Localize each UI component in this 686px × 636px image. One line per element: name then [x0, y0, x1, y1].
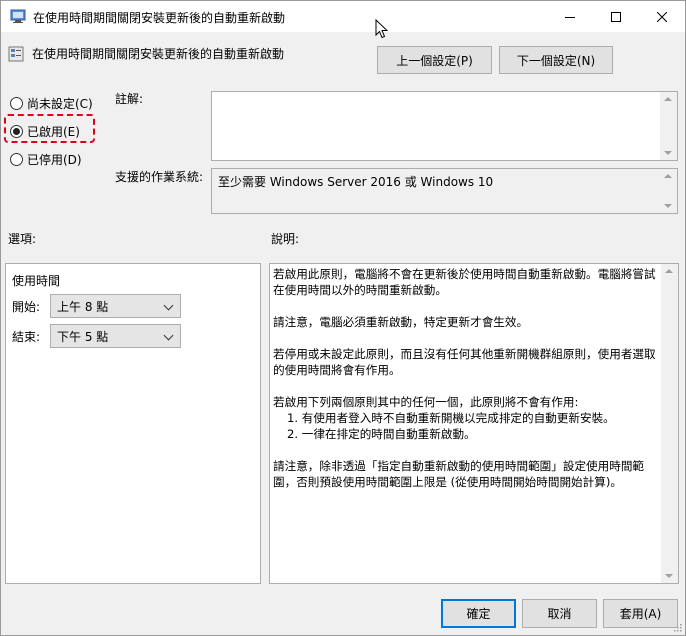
help-list-item: 2. 一律在排定的時間自動重新啟動。 — [287, 427, 476, 441]
scroll-up-icon[interactable] — [664, 174, 672, 178]
help-scrollbar[interactable] — [661, 264, 678, 583]
options-panel: 使用時間 開始: 上午 8 點 結束: 下午 5 點 — [5, 263, 261, 584]
radio-disabled-label: 已停用(D) — [27, 153, 82, 167]
end-time-value: 下午 5 點 — [57, 329, 109, 344]
minimize-icon — [565, 16, 575, 18]
maximize-button[interactable] — [593, 1, 639, 32]
help-paragraph-2: 請注意，電腦必須重新啟動，特定更新才會生效。 — [273, 315, 529, 329]
radio-enabled-label: 已啟用(E) — [27, 125, 80, 139]
apply-button[interactable]: 套用(A) — [603, 599, 678, 628]
active-hours-heading: 使用時間 — [12, 274, 61, 288]
start-time-value: 上午 8 點 — [57, 299, 109, 314]
resize-grip-icon[interactable] — [672, 622, 682, 632]
scroll-down-icon[interactable] — [664, 204, 672, 208]
radio-not-configured-circle[interactable] — [10, 97, 23, 110]
options-label: 選項: — [8, 232, 37, 246]
end-time-dropdown[interactable]: 下午 5 點 — [50, 324, 181, 348]
close-button[interactable] — [639, 1, 685, 32]
scroll-up-icon[interactable] — [664, 97, 672, 101]
mouse-cursor-icon — [375, 19, 389, 39]
supported-on-box: 至少需要 Windows Server 2016 或 Windows 10 — [211, 168, 678, 214]
scroll-down-icon[interactable] — [665, 574, 673, 578]
radio-disabled[interactable]: 已停用(D) — [10, 151, 82, 168]
maximize-icon — [611, 11, 621, 22]
radio-enabled-circle[interactable] — [10, 125, 23, 138]
help-text: 若啟用此原則，電腦將不會在更新後於使用時間自動重新啟動。電腦將嘗試在使用時間以外… — [273, 266, 658, 506]
radio-disabled-circle[interactable] — [10, 153, 23, 166]
previous-setting-button[interactable]: 上一個設定(P) — [377, 46, 492, 74]
help-label: 說明: — [271, 232, 300, 246]
supported-on-value: 至少需要 Windows Server 2016 或 Windows 10 — [218, 175, 494, 189]
start-label: 開始: — [12, 300, 41, 314]
end-label: 結束: — [12, 330, 41, 344]
radio-not-configured[interactable]: 尚未設定(C) — [10, 95, 93, 112]
comment-label: 註解: — [115, 92, 144, 106]
app-icon — [10, 9, 26, 23]
supported-on-label: 支援的作業系統: — [115, 170, 204, 184]
minimize-button[interactable] — [547, 1, 593, 32]
supported-scrollbar[interactable] — [660, 169, 677, 213]
radio-not-configured-label: 尚未設定(C) — [27, 97, 93, 111]
help-paragraph-1: 若啟用此原則，電腦將不會在更新後於使用時間自動重新啟動。電腦將嘗試在使用時間以外… — [273, 267, 656, 297]
title-bar[interactable]: 在使用時間期間關閉安裝更新後的自動重新啟動 — [1, 1, 685, 39]
chevron-down-icon — [163, 330, 174, 341]
help-panel: 若啟用此原則，電腦將不會在更新後於使用時間自動重新啟動。電腦將嘗試在使用時間以外… — [269, 263, 679, 584]
policy-setting-icon — [8, 46, 24, 62]
comment-textarea[interactable] — [211, 91, 678, 161]
chevron-down-icon — [163, 300, 174, 311]
cancel-button[interactable]: 取消 — [522, 599, 597, 628]
close-icon — [657, 11, 667, 22]
window-title: 在使用時間期間關閉安裝更新後的自動重新啟動 — [33, 11, 286, 25]
help-paragraph-4: 若啟用下列兩個原則其中的任何一個，此原則將不會有作用: 1. 有使用者登入時不自… — [273, 394, 658, 442]
help-paragraph-3: 若停用或未設定此原則，而且沒有任何其他重新開機群組原則，使用者選取的使用時間將會… — [273, 347, 656, 377]
help-list: 1. 有使用者登入時不自動重新開機以完成排定的自動更新安裝。 2. 一律在排定的… — [273, 410, 658, 442]
comment-scrollbar[interactable] — [660, 92, 677, 160]
help-list-item: 1. 有使用者登入時不自動重新開機以完成排定的自動更新安裝。 — [287, 411, 615, 425]
scroll-up-icon[interactable] — [665, 269, 673, 273]
radio-enabled[interactable]: 已啟用(E) — [10, 123, 80, 140]
start-time-dropdown[interactable]: 上午 8 點 — [50, 294, 181, 318]
ok-button[interactable]: 確定 — [441, 599, 516, 628]
policy-dialog: 在使用時間期間關閉安裝更新後的自動重新啟動 在使用時間期間關閉安裝更新後的自動重… — [0, 0, 686, 636]
help-paragraph-5: 請注意，除非透過「指定自動重新啟動的使用時間範圍」設定使用時間範圍，否則預設使用… — [273, 459, 645, 489]
next-setting-button[interactable]: 下一個設定(N) — [499, 46, 613, 74]
policy-title: 在使用時間期間關閉安裝更新後的自動重新啟動 — [32, 47, 285, 61]
help-paragraph-4-intro: 若啟用下列兩個原則其中的任何一個，此原則將不會有作用: — [273, 395, 579, 409]
scroll-down-icon[interactable] — [664, 151, 672, 155]
